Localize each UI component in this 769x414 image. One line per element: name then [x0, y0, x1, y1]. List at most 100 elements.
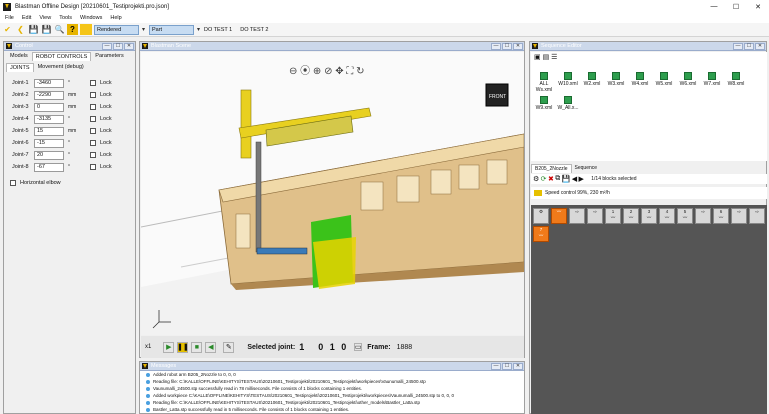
- panel-maximize-button[interactable]: ☐: [502, 362, 512, 370]
- pause-button[interactable]: ❚❚: [177, 341, 189, 353]
- panel-minimize-button[interactable]: —: [102, 42, 112, 50]
- sequence-file[interactable]: W9.xml: [533, 96, 555, 111]
- sequence-file[interactable]: W10.xml: [557, 72, 579, 87]
- panel-close-button[interactable]: ✕: [513, 362, 523, 370]
- forward-icon[interactable]: ▶: [578, 175, 583, 183]
- menu-view[interactable]: View: [39, 15, 51, 21]
- menu-file[interactable]: File: [5, 15, 14, 21]
- tab-parameters[interactable]: Parameters: [91, 51, 127, 61]
- sequence-block[interactable]: 6 〰: [713, 208, 729, 224]
- new-project-icon[interactable]: ✔: [2, 24, 13, 35]
- sequence-block[interactable]: ⇨: [749, 208, 765, 224]
- panel-close-button[interactable]: ✕: [513, 42, 523, 50]
- tab-joints[interactable]: JOINTS: [6, 63, 34, 72]
- speed-control-label[interactable]: Speed control 99%, 230 m²/h: [545, 190, 610, 196]
- sequence-file[interactable]: W3.xml: [605, 72, 627, 87]
- panel-minimize-button[interactable]: —: [733, 42, 743, 50]
- panel-maximize-button[interactable]: ☐: [744, 42, 754, 50]
- tab-robot-controls[interactable]: ROBOT CONTROLS: [31, 52, 92, 61]
- sequence-file[interactable]: W4.xml: [629, 72, 651, 87]
- panel-close-button[interactable]: ✕: [755, 42, 765, 50]
- object-select[interactable]: Part: [149, 24, 200, 35]
- list-view-icon[interactable]: ☰: [551, 53, 557, 61]
- menu-tools[interactable]: Tools: [59, 15, 72, 21]
- sequence-file[interactable]: W5.xml: [653, 72, 675, 87]
- joint-value-input[interactable]: -67: [34, 162, 64, 172]
- play-button[interactable]: ▶: [163, 341, 175, 353]
- joint-value-input[interactable]: -3460: [34, 78, 64, 88]
- save-as-icon[interactable]: 💾: [41, 24, 52, 35]
- sequence-file[interactable]: W_All.x...: [557, 96, 579, 111]
- selected-joint-value: 1: [299, 342, 305, 352]
- joint-value-input[interactable]: 20: [34, 150, 64, 160]
- joint-value-input[interactable]: 0: [34, 102, 64, 112]
- lock-checkbox[interactable]: [90, 92, 96, 98]
- lock-checkbox[interactable]: [90, 104, 96, 110]
- copy-icon[interactable]: ⧉: [555, 175, 560, 183]
- sequence-block[interactable]: 〰: [551, 208, 567, 224]
- joint-value-input[interactable]: -3135: [34, 114, 64, 124]
- panel-minimize-button[interactable]: —: [491, 42, 501, 50]
- panel-close-button[interactable]: ✕: [124, 42, 134, 50]
- sequence-block[interactable]: 4 〰: [659, 208, 675, 224]
- lock-checkbox[interactable]: [90, 128, 96, 134]
- lock-checkbox[interactable]: [90, 164, 96, 170]
- lock-checkbox[interactable]: [90, 152, 96, 158]
- record-icon[interactable]: ✎: [223, 341, 235, 353]
- lock-checkbox[interactable]: [90, 80, 96, 86]
- tab-models[interactable]: Models: [6, 51, 32, 61]
- tab-b205-2nozzle[interactable]: B205_2Nozzle: [531, 164, 572, 173]
- open-icon[interactable]: ❮: [15, 24, 26, 35]
- sequence-file[interactable]: W6.xml: [677, 72, 699, 87]
- 3d-viewport[interactable]: ⊖ ⦿ ⊕ ⊘ ✥ ⛶ ↻ FRONT: [141, 52, 524, 335]
- tab-sequence[interactable]: Sequence: [572, 164, 601, 173]
- stop-button[interactable]: ■: [191, 341, 203, 353]
- sequence-block[interactable]: ⚙: [533, 208, 549, 224]
- sequence-block[interactable]: 2 〰: [623, 208, 639, 224]
- sequence-block[interactable]: ⇨: [569, 208, 585, 224]
- do-test-1-button[interactable]: DO TEST 1: [204, 27, 232, 33]
- lock-checkbox[interactable]: [90, 116, 96, 122]
- panel-minimize-button[interactable]: —: [491, 362, 501, 370]
- sequence-block[interactable]: ⇨: [587, 208, 603, 224]
- delete-icon[interactable]: ✖: [548, 175, 554, 183]
- sequence-block[interactable]: ⇨: [695, 208, 711, 224]
- sequence-file[interactable]: W8.xml: [725, 72, 747, 87]
- sequence-block[interactable]: 1 〰: [605, 208, 621, 224]
- sequence-block[interactable]: ⇨: [731, 208, 747, 224]
- joint-value-input[interactable]: -2290: [34, 90, 64, 100]
- search-icon[interactable]: 🔍: [54, 24, 65, 35]
- panel-maximize-button[interactable]: ☐: [113, 42, 123, 50]
- speed-label[interactable]: x1: [145, 344, 151, 350]
- sequence-block[interactable]: 5 〰: [677, 208, 693, 224]
- sequence-file[interactable]: W7.xml: [701, 72, 723, 87]
- lock-checkbox[interactable]: [90, 140, 96, 146]
- joint-value-input[interactable]: -15: [34, 138, 64, 148]
- sequence-block[interactable]: 7 〰: [533, 226, 549, 242]
- horizontal-elbow-checkbox[interactable]: [10, 180, 16, 186]
- save-sequence-icon[interactable]: 💾: [562, 175, 571, 183]
- sequence-file[interactable]: W2.xml: [581, 72, 603, 87]
- refresh-icon[interactable]: ⟳: [541, 175, 547, 183]
- do-test-2-button[interactable]: DO TEST 2: [240, 27, 268, 33]
- menu-windows[interactable]: Windows: [80, 15, 102, 21]
- maximize-button[interactable]: ☐: [725, 3, 747, 11]
- joint-value-input[interactable]: 15: [34, 126, 64, 136]
- close-button[interactable]: ✕: [747, 3, 769, 11]
- render-mode-select[interactable]: Rendered: [94, 24, 145, 35]
- rewind-button[interactable]: ◀: [205, 341, 217, 353]
- view-tools-icon[interactable]: ⊖ ⦿ ⊕ ⊘ ✥ ⛶ ↻: [289, 65, 365, 77]
- back-icon[interactable]: ◀: [572, 175, 577, 183]
- help-icon[interactable]: ?: [67, 24, 78, 35]
- menu-edit[interactable]: Edit: [22, 15, 31, 21]
- settings-icon[interactable]: ⚙: [533, 175, 539, 183]
- save-icon[interactable]: 💾: [28, 24, 39, 35]
- sequence-file[interactable]: ALL Ws.xml: [533, 72, 555, 93]
- minimize-button[interactable]: —: [703, 3, 725, 11]
- new-folder-icon[interactable]: ▣: [534, 53, 541, 61]
- panel-maximize-button[interactable]: ☐: [502, 42, 512, 50]
- menu-help[interactable]: Help: [110, 15, 121, 21]
- tab-movement-debug[interactable]: Movement (debug): [34, 62, 88, 72]
- sequence-block[interactable]: 3 〰: [641, 208, 657, 224]
- open-folder-icon[interactable]: ▤: [543, 53, 550, 61]
